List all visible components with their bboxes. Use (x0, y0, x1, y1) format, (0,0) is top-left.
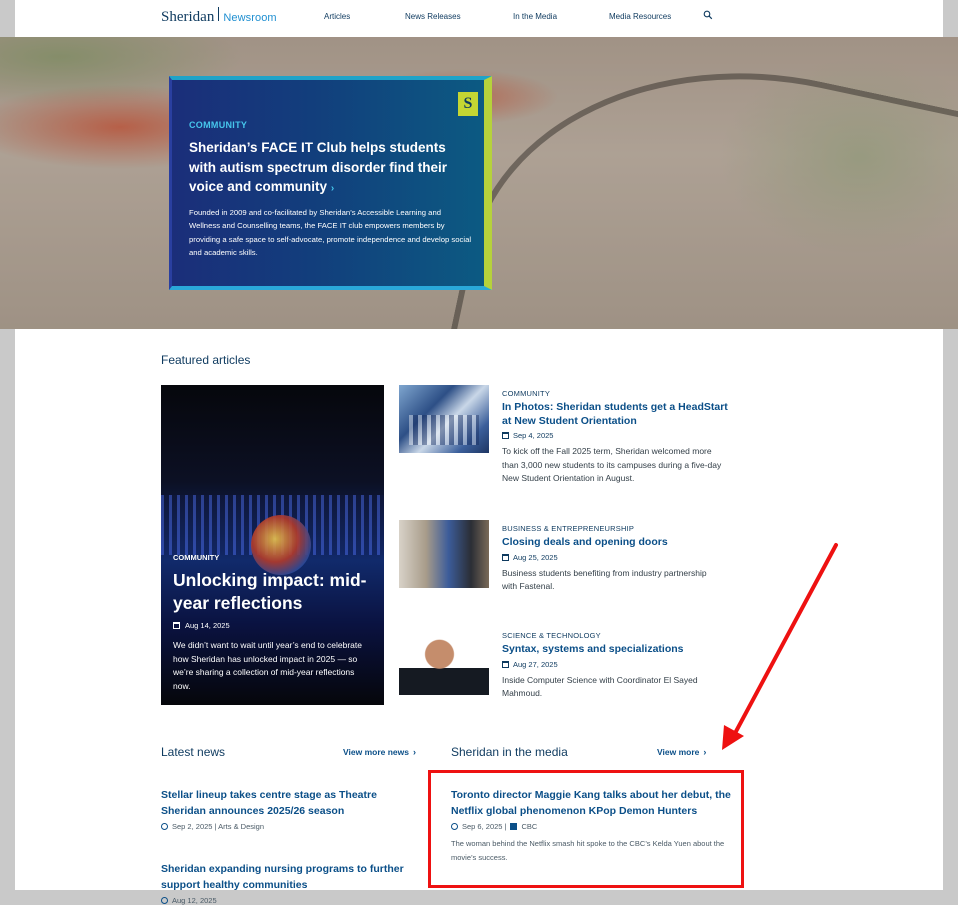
article-thumbnail-orientation[interactable] (399, 385, 489, 453)
article-date-text: Sep 4, 2025 (513, 431, 554, 440)
article-item: SCIENCE & TECHNOLOGY Syntax, systems and… (502, 631, 732, 701)
site-logo[interactable]: Sheridan Newsroom (161, 7, 277, 26)
calendar-icon (502, 432, 509, 439)
dancer-image (251, 515, 311, 575)
clock-icon (161, 823, 168, 830)
article-date: Sep 4, 2025 (502, 431, 732, 440)
logo-section: Newsroom (223, 12, 277, 24)
article-thumbnail-portrait[interactable] (399, 627, 489, 695)
search-icon[interactable] (703, 10, 713, 20)
article-date-text: Aug 27, 2025 (513, 659, 558, 669)
logo-brand: Sheridan (161, 9, 215, 25)
sheridan-s-badge: S (458, 92, 478, 116)
hero-body: Founded in 2009 and co-facilitated by Sh… (189, 208, 472, 257)
nav-articles[interactable]: Articles (324, 12, 350, 21)
highlight-box (428, 770, 744, 888)
article-desc: Inside Computer Science with Coordinator… (502, 674, 698, 699)
nav-media-resources[interactable]: Media Resources (609, 12, 671, 21)
featured-main-card[interactable]: COMMUNITY Unlocking impact: mid-year ref… (161, 385, 384, 705)
chevron-right-icon: › (330, 183, 335, 194)
latest-news-heading: Latest news (161, 745, 226, 759)
article-date: Aug 27, 2025 (502, 660, 732, 669)
news-title[interactable]: Sheridan expanding nursing programs to f… (161, 861, 421, 893)
article-eyebrow: BUSINESS & ENTREPRENEURSHIP (502, 524, 635, 533)
hero-title-text[interactable]: Sheridan’s FACE IT Club helps students w… (189, 140, 447, 194)
article-thumbnail-fastenal[interactable] (399, 520, 489, 588)
in-the-media-heading: Sheridan in the media (451, 745, 568, 759)
hero-banner: S COMMUNITY Sheridan’s FACE IT Club help… (0, 37, 958, 329)
view-more-news-label[interactable]: View more news (343, 747, 409, 757)
hero-card[interactable]: S COMMUNITY Sheridan’s FACE IT Club help… (169, 76, 492, 290)
header-background (15, 0, 943, 15)
view-more-media-label[interactable]: View more (657, 747, 699, 757)
calendar-icon (173, 622, 180, 629)
news-item[interactable]: Sheridan expanding nursing programs to f… (161, 861, 421, 905)
featured-main-desc: We didn’t want to wait until year’s end … (173, 640, 362, 691)
news-meta-text: Sep 2, 2025 | Arts & Design (172, 822, 265, 831)
article-date-text: Aug 25, 2025 (513, 552, 558, 562)
hero-title[interactable]: Sheridan’s FACE IT Club helps students w… (189, 138, 474, 199)
article-item: COMMUNITY In Photos: Sheridan students g… (502, 389, 732, 486)
clock-icon (161, 897, 168, 904)
article-desc: To kick off the Fall 2025 term, Sheridan… (502, 446, 722, 483)
featured-main-date-text: Aug 14, 2025 (185, 621, 230, 630)
news-meta: Aug 12, 2025 (161, 896, 421, 905)
calendar-icon (502, 660, 509, 668)
article-title[interactable]: In Photos: Sheridan students get a HeadS… (502, 401, 732, 428)
hero-eyebrow: COMMUNITY (189, 120, 248, 130)
view-more-media-link[interactable]: View more › (657, 747, 706, 757)
nav-news-releases[interactable]: News Releases (405, 12, 461, 21)
nav-in-the-media[interactable]: In the Media (513, 12, 557, 21)
view-more-news-link[interactable]: View more news › (343, 747, 416, 757)
article-title[interactable]: Closing deals and opening doors (502, 536, 732, 550)
chevron-right-icon: › (412, 747, 416, 757)
article-date: Aug 25, 2025 (502, 553, 732, 562)
news-meta-text: Aug 12, 2025 (172, 896, 217, 905)
article-eyebrow: COMMUNITY (502, 389, 551, 398)
logo-divider (218, 7, 220, 21)
news-meta: Sep 2, 2025 | Arts & Design (161, 822, 421, 831)
featured-main-eyebrow: COMMUNITY (173, 553, 220, 562)
featured-main-date: Aug 14, 2025 (173, 621, 230, 630)
article-item: BUSINESS & ENTREPRENEURSHIP Closing deal… (502, 524, 732, 594)
chevron-right-icon: › (703, 747, 707, 757)
article-desc: Business students benefiting from indust… (502, 567, 707, 592)
featured-main-title[interactable]: Unlocking impact: mid-year reflections (173, 569, 378, 614)
article-title[interactable]: Syntax, systems and specializations (502, 643, 732, 657)
calendar-icon (502, 553, 509, 561)
article-eyebrow: SCIENCE & TECHNOLOGY (502, 631, 601, 640)
news-item[interactable]: Stellar lineup takes centre stage as The… (161, 787, 421, 831)
featured-articles-heading: Featured articles (161, 353, 251, 367)
news-title[interactable]: Stellar lineup takes centre stage as The… (161, 787, 421, 819)
